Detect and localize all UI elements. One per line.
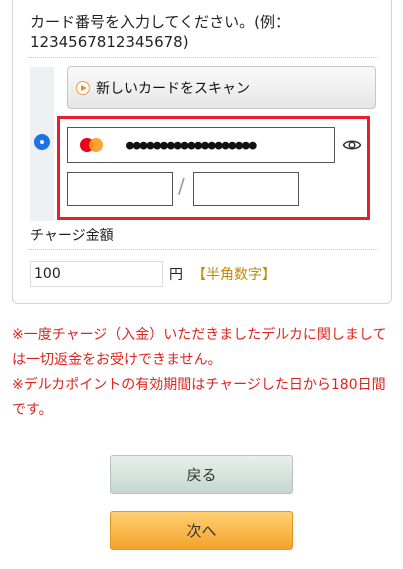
eye-icon[interactable]: [342, 135, 362, 155]
saved-card-radio[interactable]: [34, 134, 50, 150]
instruction-line-2: 1234567812345678): [30, 33, 189, 51]
card-number-field[interactable]: ●●●●●●●●●●●●●●●●●●●: [67, 127, 335, 163]
instruction-line-1: カード番号を入力してください。(例：: [30, 13, 290, 31]
back-button-label: 戻る: [186, 466, 217, 484]
next-button-label: 次へ: [186, 522, 217, 540]
play-icon: [76, 80, 90, 95]
masked-card-number: ●●●●●●●●●●●●●●●●●●●: [126, 137, 257, 153]
currency-unit: 円: [169, 267, 183, 283]
divider: [28, 249, 378, 250]
mastercard-icon: [78, 136, 106, 154]
charge-amount-label: チャージ金額: [30, 228, 114, 244]
next-button[interactable]: 次へ: [110, 511, 293, 550]
charge-amount-input[interactable]: [30, 261, 163, 287]
refund-notice: ※一度チャージ（入金）いただきましたデルカに関しましては一切返金をお受けできませ…: [12, 327, 387, 368]
scan-button-label: 新しいカードをスキャン: [96, 80, 250, 97]
half-width-hint: 【半角数字】: [192, 267, 276, 283]
divider: [28, 57, 378, 58]
expiry-year-input[interactable]: [193, 172, 299, 206]
back-button[interactable]: 戻る: [110, 455, 293, 494]
points-validity-notice: ※デルカポイントの有効期間はチャージした日から180日間です。: [12, 377, 386, 418]
expiry-separator: /: [178, 174, 185, 198]
scan-new-card-button[interactable]: 新しいカードをスキャン: [67, 66, 376, 109]
card-number-instruction: カード番号を入力してください。(例： 1234567812345678): [30, 12, 360, 52]
expiry-month-input[interactable]: [67, 172, 173, 206]
